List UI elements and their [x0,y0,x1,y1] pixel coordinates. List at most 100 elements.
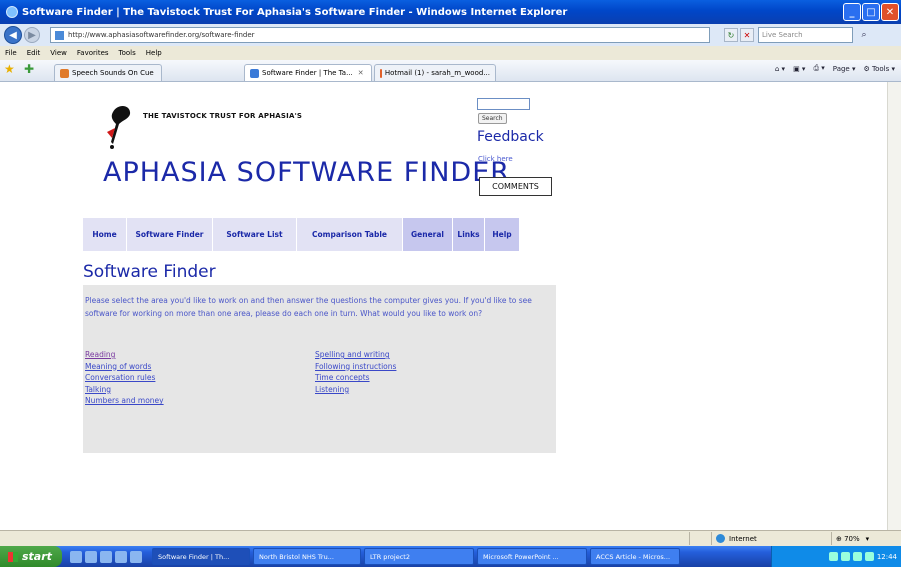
menu-edit[interactable]: Edit [22,49,46,57]
tray-icon[interactable] [828,552,838,561]
taskbar-item-powerpoint[interactable]: Microsoft PowerPoint ... [477,548,587,565]
print-icon[interactable]: ⎙ ▾ [813,64,824,73]
page-icon [55,30,64,40]
nav-general[interactable]: General [403,218,453,251]
menu-favorites[interactable]: Favorites [72,49,114,57]
quicklaunch-media-icon[interactable] [100,550,112,563]
nav-help[interactable]: Help [485,218,520,251]
address-row: ◀ ▶ http://www.aphasiasoftwarefinder.org… [0,24,901,46]
link-listening[interactable]: Listening [315,384,396,396]
menu-help[interactable]: Help [141,49,167,57]
site-search-input[interactable] [477,98,530,110]
content-panel: Please select the area you'd like to wor… [83,285,556,453]
tab-speech-sounds[interactable]: Speech Sounds On Cue [54,64,162,81]
link-following-instructions[interactable]: Following instructions [315,361,396,373]
tab-hotmail[interactable]: Hotmail (1) - sarah_m_wood... [374,64,496,81]
back-button[interactable]: ◀ [4,26,22,44]
address-tools: ↻ ✕ [724,28,754,42]
nav-links[interactable]: Links [453,218,485,251]
nav-software-finder[interactable]: Software Finder [127,218,213,251]
link-spelling-and-writing[interactable]: Spelling and writing [315,349,396,361]
menu-bar: File Edit View Favorites Tools Help [0,46,901,60]
page-menu[interactable]: Page ▾ [833,65,856,73]
tavistock-logo-icon [107,106,131,149]
close-button[interactable]: ✕ [881,3,899,21]
links-right: Spelling and writing Following instructi… [315,349,396,395]
tab-software-finder[interactable]: Software Finder | The Ta... ✕ [244,64,372,81]
nav-comparison-table[interactable]: Comparison Table [297,218,403,251]
add-favorites-icon[interactable]: ✚ [24,62,40,78]
menu-tools[interactable]: Tools [114,49,141,57]
tab-favicon [380,68,382,78]
taskbar-item-ltr[interactable]: LTR project2 [364,548,474,565]
click-here-link[interactable]: Click here [478,155,513,163]
link-reading[interactable]: Reading [85,349,164,361]
protected-mode-icon [689,532,711,545]
ie-icon [6,6,18,18]
site-nav: Home Software Finder Software List Compa… [83,218,520,251]
vertical-scrollbar[interactable] [887,82,901,530]
taskbar-item-software-finder[interactable]: Software Finder | Th... [152,548,250,565]
zone-label: Internet [729,534,757,543]
quicklaunch-ie-icon[interactable] [70,550,82,563]
link-conversation-rules[interactable]: Conversation rules [85,372,164,384]
clock: 12:44 [876,552,897,561]
address-bar[interactable]: http://www.aphasiasoftwarefinder.org/sof… [50,27,710,43]
link-meaning-of-words[interactable]: Meaning of words [85,361,164,373]
maximize-button[interactable]: □ [862,3,880,21]
page-viewport: THE TAVISTOCK TRUST FOR APHASIA'S APHASI… [0,82,887,530]
link-talking[interactable]: Talking [85,384,164,396]
refresh-icon[interactable]: ↻ [724,28,738,42]
command-bar: ⌂ ▾ ▣ ▾ ⎙ ▾ Page ▾ ⚙ Tools ▾ [775,64,895,73]
live-search-input[interactable]: Live Search [758,27,853,43]
home-icon[interactable]: ⌂ ▾ [775,65,785,73]
feeds-icon[interactable]: ▣ ▾ [793,65,805,73]
intro-text: Please select the area you'd like to wor… [85,296,532,318]
close-tab-icon[interactable]: ✕ [358,69,364,77]
tray-icon[interactable] [840,552,850,561]
menu-view[interactable]: View [45,49,72,57]
window-title: Software Finder | The Tavistock Trust Fo… [22,6,568,18]
site-search-button[interactable]: Search [478,113,507,124]
taskbar-item-word[interactable]: ACCS Article - Micros... [590,548,680,565]
site-title[interactable]: APHASIA SOFTWARE FINDER [103,157,510,188]
links-left: Reading Meaning of words Conversation ru… [85,349,164,407]
zoom-control[interactable]: ⊕ 70% ▾ [831,532,901,545]
search-icon[interactable]: ⌕ [856,27,872,43]
forward-button[interactable]: ▶ [24,27,40,43]
window-controls: _ □ ✕ [843,3,899,21]
tools-menu[interactable]: ⚙ Tools ▾ [863,65,895,73]
zoom-level: 70% [844,534,860,543]
tools-menu-label: Tools [872,64,890,73]
address-url: http://www.aphasiasoftwarefinder.org/sof… [68,31,255,39]
zone-indicator: Internet [711,532,831,545]
link-time-concepts[interactable]: Time concepts [315,372,396,384]
comments-button[interactable]: COMMENTS [479,177,552,196]
window-title-bar: Software Finder | The Tavistock Trust Fo… [0,0,901,24]
system-tray: 12:44 [771,546,901,567]
tab-label: Hotmail (1) - sarah_m_wood... [384,69,490,77]
nav-home[interactable]: Home [83,218,127,251]
globe-icon [716,534,725,543]
tab-bar: ★ ✚ Speech Sounds On Cue Software Finder… [0,60,901,82]
menu-file[interactable]: File [0,49,22,57]
nav-software-list[interactable]: Software List [213,218,297,251]
tab-favicon [250,68,259,78]
quicklaunch-word-icon[interactable] [115,550,127,563]
zoom-icon: ⊕ [836,534,845,543]
trust-tagline: THE TAVISTOCK TRUST FOR APHASIA'S [143,112,303,120]
link-numbers-and-money[interactable]: Numbers and money [85,395,164,407]
stop-icon[interactable]: ✕ [740,28,754,42]
feedback-heading: Feedback [477,129,544,145]
quicklaunch-desktop-icon[interactable] [85,550,97,563]
quicklaunch-more-icon[interactable] [130,550,142,563]
tray-icon[interactable] [852,552,862,561]
favorites-star-icon[interactable]: ★ [4,62,20,78]
status-bar: Internet ⊕ 70% ▾ [0,530,901,546]
tray-icon[interactable] [864,552,874,561]
quick-launch [70,550,142,563]
start-button[interactable]: start [0,546,62,567]
minimize-button[interactable]: _ [843,3,861,21]
taskbar-item-nbt[interactable]: North Bristol NHS Tru... [253,548,361,565]
taskbar: start Software Finder | Th... North Bris… [0,546,901,567]
